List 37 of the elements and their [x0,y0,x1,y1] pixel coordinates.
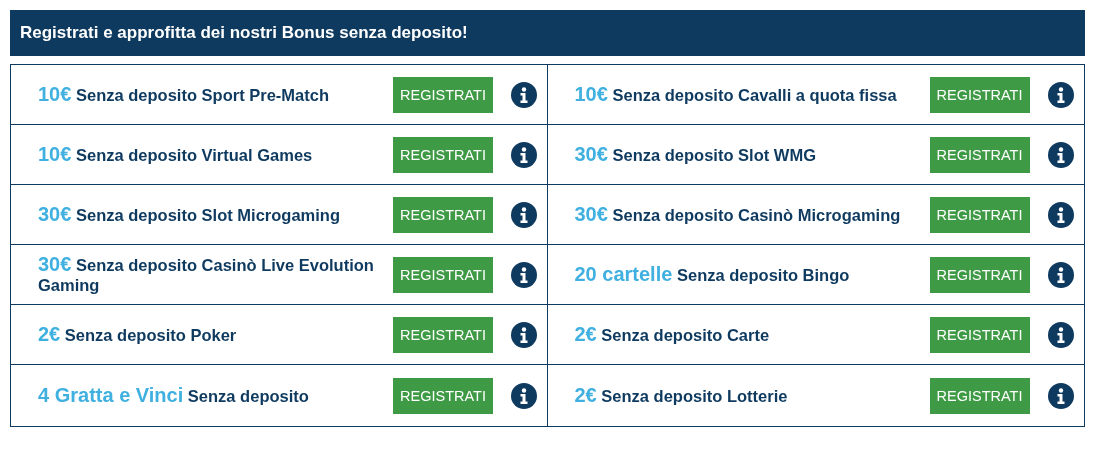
bonus-text: 10€ Senza deposito Virtual Games [38,144,314,165]
register-button[interactable]: REGISTRATI [929,256,1030,293]
register-button[interactable]: REGISTRATI [393,316,493,353]
info-icon[interactable] [1047,261,1074,288]
bonus-text: 2€ Senza deposito Lotterie [574,385,789,406]
bonus-text: 10€ Senza deposito Cavalli a quota fissa [574,84,898,105]
register-button[interactable]: REGISTRATI [929,136,1030,173]
register-button[interactable]: REGISTRATI [393,76,493,113]
bonus-text: 30€ Senza deposito Casinò Microgaming [574,204,902,225]
bonus-text: 30€ Senza deposito Casinò Live Evolution Gaming [38,254,375,295]
register-button[interactable]: REGISTRATI [393,136,493,173]
register-button[interactable]: REGISTRATI [929,377,1030,414]
bonus-text: 10€ Senza deposito Sport Pre-Match [38,84,330,105]
bonus-text: 4 Gratta e Vinci Senza deposito [38,385,310,406]
banner-title: Registrati e approfitta dei nostri Bonus senza deposito! [10,10,1085,56]
info-icon[interactable] [1047,382,1074,409]
info-icon[interactable] [1047,81,1074,108]
register-button[interactable]: REGISTRATI [393,377,493,414]
info-icon[interactable] [511,141,537,168]
info-icon[interactable] [511,382,537,409]
bonus-text: 2€ Senza deposito Carte [574,324,771,345]
bonus-text: 2€ Senza deposito Poker [38,324,238,345]
register-button[interactable]: REGISTRATI [929,76,1030,113]
register-button[interactable]: REGISTRATI [393,256,493,293]
info-icon[interactable] [1047,201,1074,228]
info-icon[interactable] [1047,141,1074,168]
bonus-text: 20 cartelle Senza deposito Bingo [574,264,851,285]
register-button[interactable]: REGISTRATI [393,196,493,233]
register-button[interactable]: REGISTRATI [929,196,1030,233]
info-icon[interactable] [511,321,537,348]
register-button[interactable]: REGISTRATI [929,316,1030,353]
info-icon[interactable] [1047,321,1074,348]
info-icon[interactable] [511,81,537,108]
bonus-text: 30€ Senza deposito Slot WMG [574,144,817,165]
info-icon[interactable] [511,201,537,228]
bonus-text: 30€ Senza deposito Slot Microgaming [38,204,341,225]
info-icon[interactable] [511,261,537,288]
